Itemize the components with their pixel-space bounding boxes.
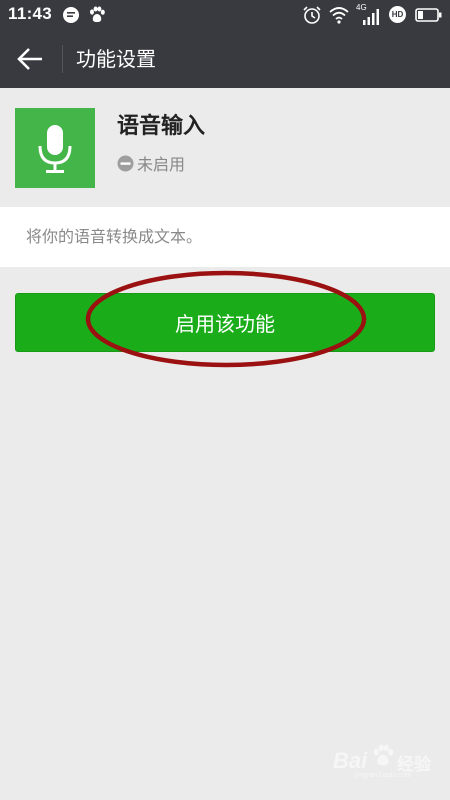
page-title: 功能设置 [76,47,156,71]
plugin-status: 未启用 [117,152,185,174]
title-bar: 功能设置 [0,30,450,88]
signal-icon: 4G [356,3,382,27]
description-panel: 将你的语音转换成文本。 [0,207,450,267]
watermark-text: Bai [333,748,368,773]
minus-circle-icon [117,155,134,171]
back-button[interactable] [10,40,50,78]
plugin-icon-tile [15,108,95,188]
baidu-watermark: Bai 经验 jingyan.baidu.com [333,742,441,782]
wifi-icon [329,7,349,24]
alarm-icon [303,6,321,24]
microphone-icon [38,125,72,173]
status-time: 11:43 [8,4,53,23]
title-divider [62,45,63,73]
plugin-description: 将你的语音转换成文本。 [26,227,203,246]
watermark-domain: jingyan.baidu.com [355,772,412,779]
plugin-status-text: 未启用 [137,155,186,174]
message-bubble-icon [63,7,79,23]
hd-badge-label: HD [391,10,404,19]
enable-feature-label: 启用该功能 [175,312,275,336]
status-bar: 11:43 4G HD [0,0,450,30]
plugin-name: 语音输入 [117,114,206,139]
baidu-paw-icon [90,6,105,23]
plugin-header: 语音输入 未启用 [0,88,450,206]
arrow-left-icon [17,48,42,70]
enable-feature-button[interactable]: 启用该功能 [15,293,435,352]
battery-icon [415,8,442,22]
baidu-paw-icon [373,744,394,766]
hd-badge-icon: HD [389,6,406,23]
